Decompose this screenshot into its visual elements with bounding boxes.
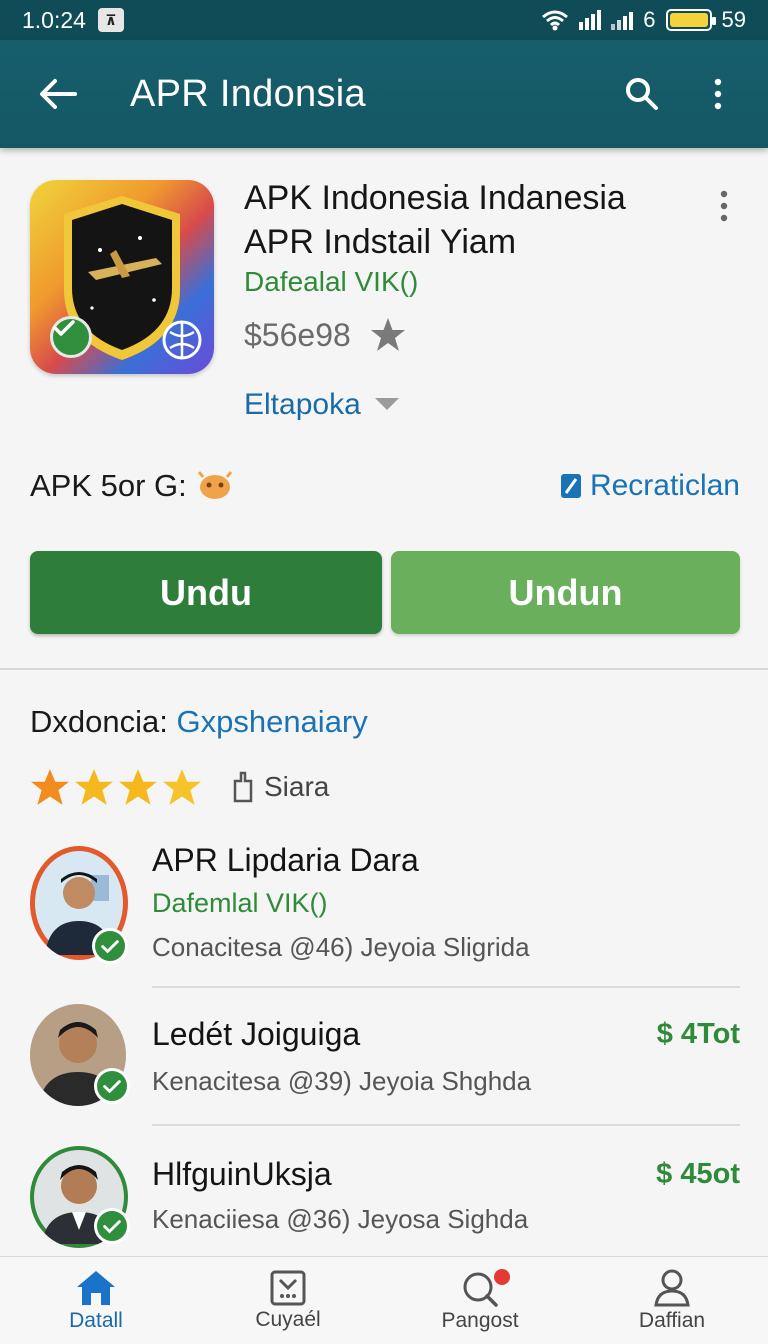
app-icon [30, 180, 214, 374]
star-icon [75, 769, 113, 805]
list-item[interactable]: APR Lipdaria Dara Dafemlal VIK() Conacit… [30, 842, 740, 986]
list-divider [152, 986, 740, 988]
section-title-text: Dxdoncia: [30, 704, 168, 739]
network-label: 6 [643, 7, 656, 32]
wifi-icon [542, 10, 569, 31]
list-item-name: Ledét Joiguiga [152, 1016, 361, 1052]
category-label: Eltapoka [244, 388, 361, 421]
apk-row: APK 5or G: Recraticlan [30, 468, 740, 504]
person-icon [654, 1269, 690, 1306]
apk-label: APK 5or G: [30, 468, 187, 503]
battery-icon [665, 9, 716, 31]
section-title: Dxdoncia: Gxpshenaiary [30, 704, 368, 740]
list-item-price: $ 4Tot [656, 1018, 740, 1050]
share-button[interactable]: Siara [232, 771, 329, 803]
back-button[interactable] [30, 66, 86, 122]
list-item-meta: Kenaciiesa @36) Jeyosa Sighda [152, 1204, 529, 1234]
nav-item-home[interactable]: Datall [0, 1257, 192, 1344]
signal-icon-2 [611, 10, 634, 30]
list-item-price: $ 45ot [656, 1158, 740, 1190]
nav-item-profile[interactable]: Daffian [576, 1257, 768, 1344]
list-item-name: APR Lipdaria Dara [152, 842, 419, 878]
arrow-back-icon [40, 79, 77, 109]
app-more-button[interactable] [704, 182, 744, 230]
verified-icon [50, 316, 92, 358]
search-icon [626, 78, 658, 110]
nav-label-search: Pangost [441, 1308, 519, 1332]
status-icons: 6 59 [541, 7, 746, 33]
list-item-meta: Conacitesa @46) Jeyoia Sligrida [152, 932, 530, 962]
list-item-meta: Kenacitesa @39) Jeyoia Shghda [152, 1066, 532, 1096]
recommendation-label: Recraticlan [589, 469, 740, 502]
nav-label-inbox: Cuyaél [255, 1307, 321, 1331]
more-vert-icon [720, 190, 728, 222]
recommendation-link[interactable]: Recraticlan [560, 469, 740, 503]
overflow-menu-button[interactable] [694, 70, 742, 118]
download-button[interactable]: Undu [30, 551, 382, 634]
star-icon [119, 769, 157, 805]
status-time: 1.0:24 [22, 6, 86, 33]
list-item[interactable]: HlfguinUksja $ 45ot Kenaciiesa @36) Jeyo… [30, 1146, 740, 1250]
app-price-row: $56e98 [244, 316, 407, 354]
list-item[interactable]: Ledét Joiguiga $ 4Tot Kenacitesa @39) Je… [30, 1004, 740, 1110]
app-title-line2: APR Indstail Yiam [244, 223, 517, 261]
app-bar: APR Indonsia [0, 40, 768, 148]
edit-icon [560, 474, 581, 498]
verified-icon [94, 1068, 130, 1104]
app-price: $56e98 [244, 316, 351, 353]
list-item-name: HlfguinUksja [152, 1156, 332, 1192]
category-dropdown[interactable]: Eltapoka [244, 388, 399, 422]
signal-icon [579, 10, 602, 30]
notification-icon: ⊼ [97, 8, 124, 32]
star-icon [31, 769, 69, 805]
chevron-down-icon [374, 398, 399, 410]
battery-level: 59 [721, 7, 746, 32]
home-icon [77, 1270, 115, 1305]
app-title-line1: APK Indonesia Indanesia [244, 179, 626, 217]
section-title-link[interactable]: Gxpshenaiary [176, 704, 367, 739]
verified-icon [94, 1208, 130, 1244]
rating-row: Siara [30, 768, 329, 806]
more-vert-icon [714, 78, 722, 110]
verified-icon [92, 928, 128, 964]
developer-link[interactable]: Dafealal VIK() [244, 266, 418, 298]
section-divider [0, 668, 768, 670]
star-icon [163, 769, 201, 805]
notification-badge [494, 1269, 510, 1285]
nav-label-profile: Daffian [638, 1308, 706, 1332]
star-icon[interactable] [369, 316, 407, 354]
install-button[interactable]: Undun [391, 551, 740, 634]
list-divider [152, 1124, 740, 1126]
nav-item-search[interactable]: Pangost [384, 1257, 576, 1344]
search-button[interactable] [618, 70, 666, 118]
inbox-icon [270, 1270, 306, 1305]
list-item-developer: Dafemlal VIK() [152, 888, 328, 918]
app-title: APK Indonesia Indanesia APR Indstail Yia… [244, 176, 694, 264]
android-emoji-icon [197, 471, 232, 499]
nav-item-inbox[interactable]: Cuyaél [192, 1257, 384, 1344]
status-bar: 1.0:24 ⊼ 6 59 [0, 0, 768, 40]
page-title: APR Indonsia [130, 72, 366, 115]
bottom-navigation: Datall Cuyaél Pangost Daffian [0, 1256, 768, 1344]
nav-label-home: Datall [69, 1308, 123, 1332]
share-label: Siara [264, 771, 330, 802]
share-icon [233, 771, 253, 803]
